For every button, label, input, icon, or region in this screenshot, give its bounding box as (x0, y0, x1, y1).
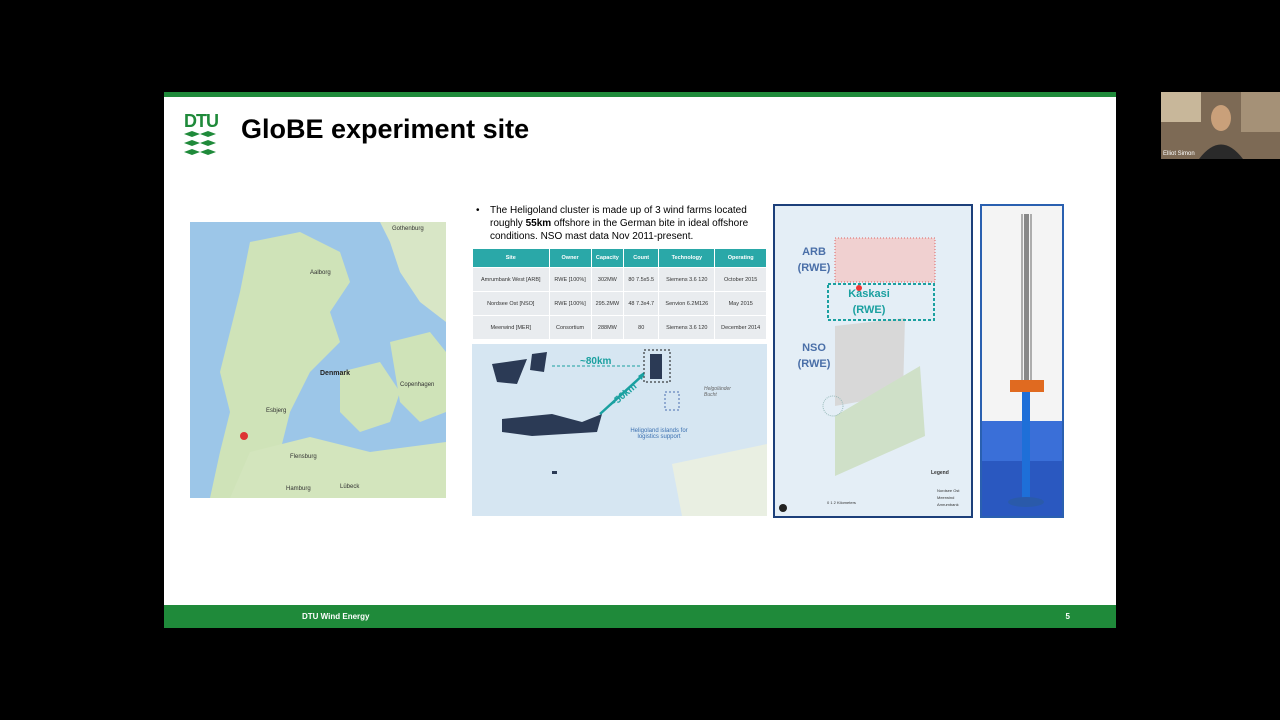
bullet-dot: • (476, 205, 480, 216)
map-label-flensburg: Flensburg (290, 454, 317, 460)
arb-label: ARB (RWE) (797, 246, 831, 274)
slide-top-bar (164, 92, 1116, 97)
table-cell: 80 7.5x5.5 (623, 267, 660, 292)
table-cell: Nordsee Ost [NSO] (472, 291, 550, 316)
legend-item: Amrumbank (937, 502, 959, 507)
table-cell: Meerwind [MER] (472, 315, 550, 340)
table-header: Site (472, 248, 550, 268)
met-mast-image (980, 204, 1064, 518)
table-header: Operating (714, 248, 767, 268)
table-cell: RWE [100%] (548, 291, 592, 316)
footer-org: DTU Wind Energy (302, 612, 370, 621)
presentation-slide: DTU GloBE experiment site Gothenburg Aal… (164, 92, 1116, 628)
legend-title: Legend (931, 470, 949, 476)
slide-footer: DTU Wind Energy 5 (164, 605, 1116, 628)
table-row: Meerwind [MER] Consortium 288MW 80 Sieme… (472, 315, 767, 340)
map-label-denmark: Denmark (320, 370, 350, 377)
webcam-video (1161, 92, 1280, 159)
farm-layout-map: ARB (RWE) Kaskasi (RWE) NSO (RWE) Legend… (773, 204, 973, 518)
met-mast-graphic (982, 206, 1062, 516)
logo-text: DTU (184, 111, 219, 131)
table-cell: Siemens 3.6 120 (658, 267, 716, 292)
kaskasi-label: Kaskasi (RWE) (848, 288, 890, 316)
table-header: Owner (548, 248, 592, 268)
table-header: Capacity (590, 248, 625, 268)
table-cell: Siemens 3.6 120 (658, 315, 716, 340)
table-cell: Amrumbank West [ARB] (472, 267, 550, 292)
table-header-row: Site Owner Capacity Count Technology Ope… (472, 248, 767, 268)
cluster-map: ~80km ~50km Heligoland islands for logis… (472, 344, 767, 516)
dtu-logo: DTU (184, 111, 219, 160)
distance-label-80km: ~80km (580, 356, 612, 367)
table-cell: RWE [100%] (548, 267, 592, 292)
table-cell: Senvion 6.2M126 (658, 291, 716, 316)
map-label-gothenburg: Gothenburg (392, 226, 424, 232)
map-label-copenhagen: Copenhagen (400, 382, 435, 388)
table-row: Nordsee Ost [NSO] RWE [100%] 295.2MW 48 … (472, 291, 767, 316)
table-cell: 288MW (590, 315, 625, 340)
table-header: Count (623, 248, 660, 268)
cluster-map-graphic (472, 344, 767, 516)
map-label-hamburg: Hamburg (286, 486, 311, 492)
compass-icon (779, 504, 787, 512)
location-pin-icon (240, 432, 248, 440)
map-label-aalborg: Aalborg (310, 270, 331, 276)
table-row: Amrumbank West [ARB] RWE [100%] 302MW 80… (472, 267, 767, 292)
participant-name: Elliot Simon (1163, 151, 1195, 157)
helgolander-label: Helgoländer Bucht (704, 386, 731, 398)
table-header: Technology (658, 248, 716, 268)
table-cell: 80 (623, 315, 660, 340)
dtu-wave-icon (184, 131, 216, 155)
description-bullet: • The Heligoland cluster is made up of 3… (476, 204, 776, 243)
table-cell: December 2014 (714, 315, 767, 340)
page-number: 5 (1065, 612, 1070, 621)
map-graphic (190, 222, 446, 498)
table-cell: 48 7.3x4.7 (623, 291, 660, 316)
bullet-bold: 55km (525, 218, 552, 229)
webcam-tile[interactable]: Elliot Simon (1161, 92, 1280, 159)
map-label-esbjerg: Esbjerg (266, 408, 287, 414)
slide-title: GloBE experiment site (241, 114, 530, 144)
legend-item: Meerwind (937, 495, 955, 500)
nso-label: NSO (RWE) (797, 342, 831, 370)
wind-farm-table: Site Owner Capacity Count Technology Ope… (472, 248, 767, 340)
table-cell: October 2015 (714, 267, 767, 292)
denmark-map: Gothenburg Aalborg Denmark Copenhagen Es… (190, 222, 446, 498)
map-label-lubeck: Lübeck (340, 484, 360, 490)
legend-item: Nordsee Ost (937, 488, 960, 493)
table-cell: Consortium (548, 315, 592, 340)
heligoland-note: Heligoland islands for logistics support (630, 428, 688, 440)
table-cell: 295.2MW (590, 291, 625, 316)
table-cell: May 2015 (714, 291, 767, 316)
scale-bar: 0 1 2 Kilometers (827, 500, 856, 505)
table-cell: 302MW (590, 267, 625, 292)
